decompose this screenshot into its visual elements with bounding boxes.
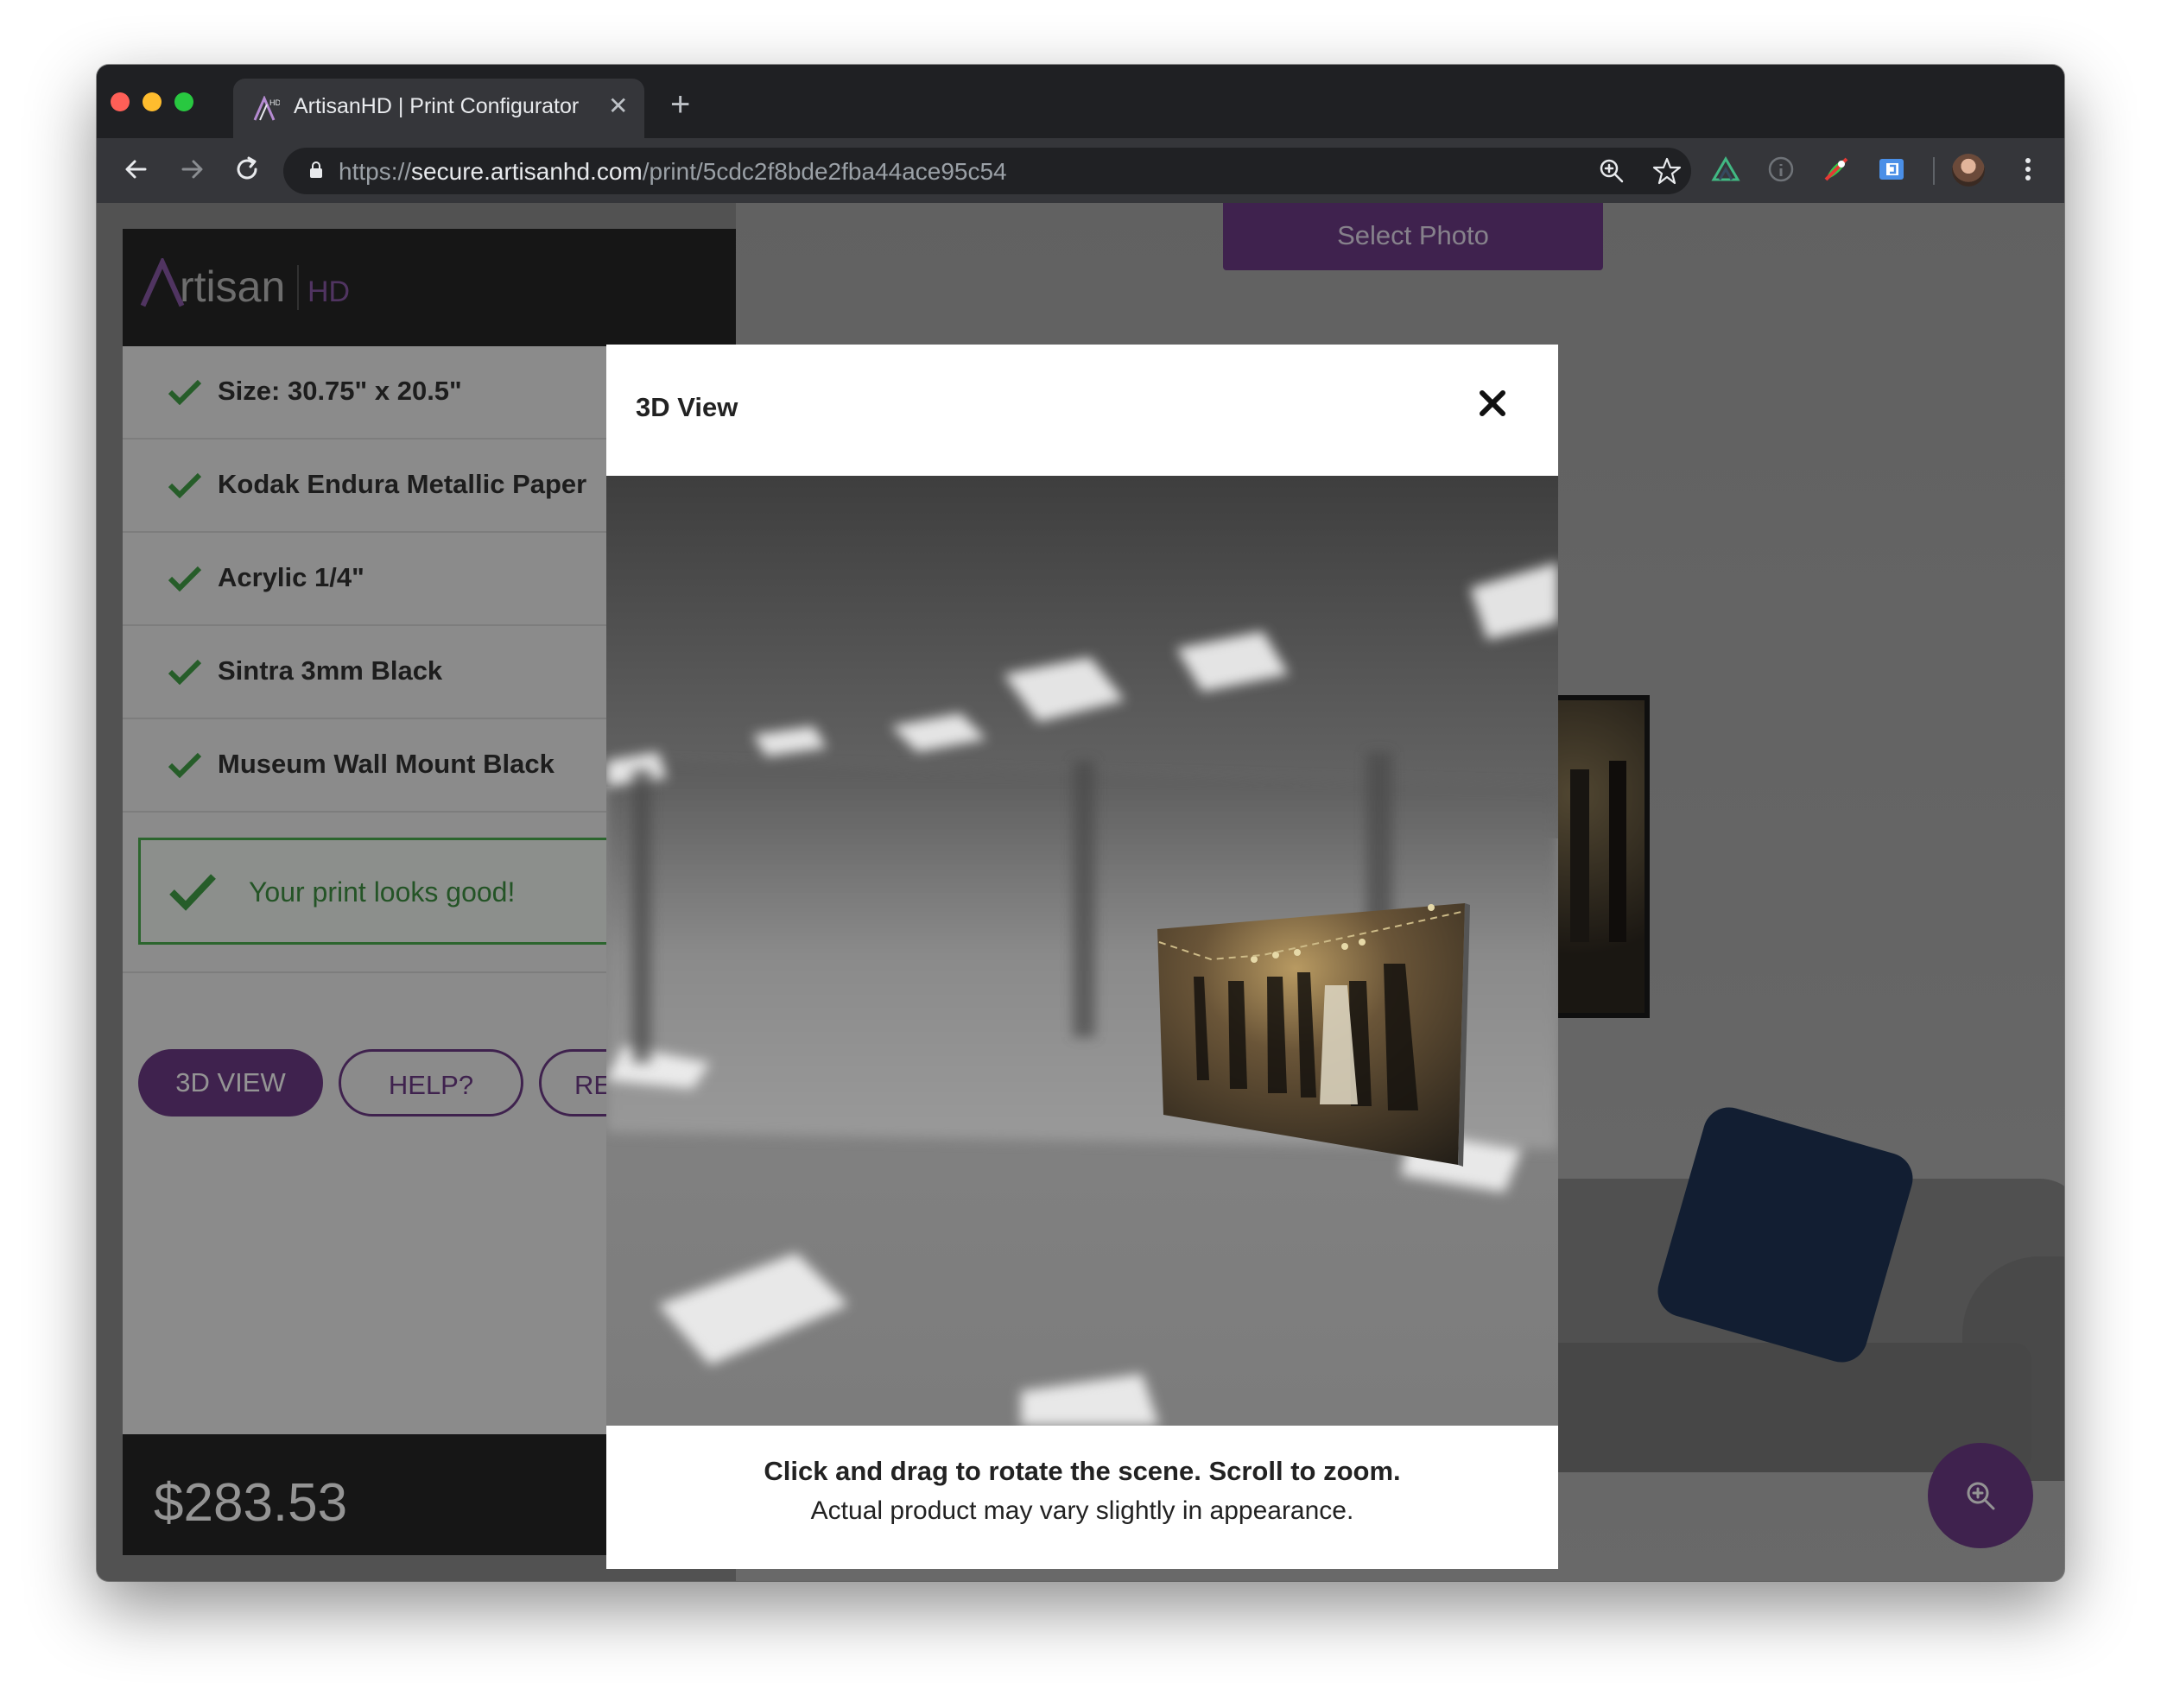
bookmark-star-icon[interactable] [1651, 155, 1683, 187]
browser-tab[interactable]: HD ArtisanHD | Print Configurator ✕ [233, 79, 644, 138]
toolbar-divider [1933, 157, 1935, 185]
chrome-menu-icon[interactable] [2012, 154, 2044, 185]
new-tab-icon[interactable]: + [670, 87, 690, 122]
modal-header: 3D View [606, 345, 1558, 476]
info-extension-icon[interactable] [1765, 154, 1797, 185]
svg-text:HD: HD [269, 98, 280, 107]
url-text: https://secure.artisanhd.com/print/5cdc2… [339, 158, 1007, 185]
artisanhd-favicon-icon: HD [253, 96, 280, 121]
modal-footer: Click and drag to rotate the scene. Scro… [606, 1426, 1558, 1569]
back-arrow-icon[interactable] [119, 152, 154, 187]
profile-avatar[interactable] [1952, 154, 1985, 187]
color-picker-extension-icon[interactable] [1821, 154, 1852, 185]
lock-icon [310, 161, 322, 178]
browser-toolbar: https://secure.artisanhd.com/print/5cdc2… [97, 138, 2064, 203]
3d-scene-canvas[interactable] [606, 476, 1558, 1426]
close-icon[interactable] [1475, 386, 1510, 421]
window-resizer-extension-icon[interactable] [1876, 154, 1907, 185]
3d-scene-render[interactable] [606, 476, 1558, 1426]
modal-instructions: Click and drag to rotate the scene. Scro… [764, 1456, 1401, 1486]
forward-arrow-icon[interactable] [174, 152, 209, 187]
modal-disclaimer: Actual product may vary slightly in appe… [810, 1496, 1354, 1525]
3d-view-modal: 3D View Click and drag to rotate the sce… [606, 345, 1558, 1569]
page-content: Select Photo rtisan HD Size: 30.75" x 20… [97, 203, 2064, 1581]
browser-window: HD ArtisanHD | Print Configurator ✕ + ht… [97, 65, 2064, 1581]
maximize-window-button[interactable] [174, 92, 193, 111]
vue-devtools-icon[interactable] [1710, 154, 1741, 185]
reload-icon[interactable] [230, 152, 264, 187]
tab-bar: HD ArtisanHD | Print Configurator ✕ + [97, 65, 2064, 138]
zoom-magnifier-icon[interactable] [1596, 155, 1627, 187]
tab-close-icon[interactable]: ✕ [608, 92, 628, 120]
modal-title: 3D View [636, 392, 738, 422]
minimize-window-button[interactable] [143, 92, 162, 111]
address-bar[interactable]: https://secure.artisanhd.com/print/5cdc2… [283, 148, 1691, 194]
close-window-button[interactable] [111, 92, 130, 111]
tab-title: ArtisanHD | Print Configurator [294, 94, 580, 118]
